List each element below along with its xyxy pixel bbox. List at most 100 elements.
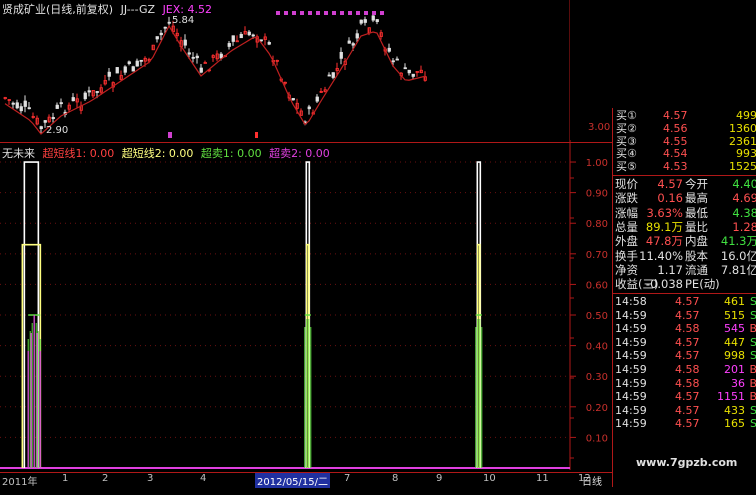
stat-value: 0.16 [657, 191, 683, 206]
stat-value: 11.40% [639, 248, 683, 263]
stat-label: 最高 [685, 191, 708, 206]
tick-row[interactable]: 14:59 4.58 201 B [613, 363, 756, 377]
tick-side: S [750, 295, 756, 308]
bid-price: 4.53 [663, 160, 688, 174]
candle-body [327, 74, 331, 77]
candle-body [371, 15, 375, 21]
candle-body [43, 120, 47, 123]
candle-body [115, 67, 119, 74]
bid-volume: 499 [736, 109, 756, 122]
tick-row[interactable]: 14:59 4.57 433 S [613, 404, 756, 418]
tick-volume: 545 [724, 322, 745, 336]
candle-body [199, 67, 203, 73]
candle-body [407, 69, 411, 74]
tick-side: S [750, 403, 756, 417]
tick-volume: 461 [724, 295, 745, 308]
price-y-tick: 3.00 [588, 122, 611, 133]
bid-label: 买① [616, 109, 637, 122]
candle-body [403, 67, 407, 70]
order-book-row[interactable]: 买② 4.56 1360 [613, 121, 756, 136]
bid-label: 买④ [616, 147, 637, 161]
tick-price: 4.57 [675, 335, 700, 349]
candle-body [355, 33, 359, 39]
order-book-row[interactable]: 买⑤ 4.53 1525 [613, 161, 756, 174]
price-chart-panel[interactable]: 贤成矿业(日线,前复权) JJ---GZ JEX: 4.52 5.84 2.90… [0, 0, 610, 140]
tick-row[interactable]: 14:59 4.57 1151 B [613, 390, 756, 404]
tick-row[interactable]: 14:59 4.58 36 B [613, 377, 756, 391]
tick-price: 4.57 [675, 417, 700, 431]
tick-volume: 1151 [717, 390, 745, 404]
candle-body [347, 40, 351, 44]
stat-row: 外盘 47.8万 内盘 41.3万 [613, 234, 756, 248]
stat-label: 换手 [615, 248, 638, 263]
bid-price: 4.54 [663, 147, 688, 161]
candle-body [331, 72, 335, 78]
tick-side: S [750, 308, 756, 322]
x-label-10: 10 [483, 473, 496, 484]
tick-volume: 433 [724, 403, 745, 417]
stat-value: 89.1万 [645, 219, 683, 234]
signal-marker [292, 11, 296, 15]
candle-body [127, 61, 131, 64]
tick-time: 14:59 [615, 376, 647, 390]
candle-body [259, 39, 263, 42]
candle-body [231, 35, 235, 42]
signal-marker [276, 11, 280, 15]
y-tick-label: 0.70 [586, 250, 608, 261]
tick-row[interactable]: 14:58 4.57 461 S [613, 295, 756, 309]
candle-body [239, 33, 243, 39]
tick-side: S [750, 417, 756, 431]
candle-body [23, 100, 27, 107]
stat-value: 4.69 [732, 191, 756, 206]
tick-price: 4.57 [675, 390, 700, 404]
quote-divider [613, 175, 756, 176]
stat-label: 外盘 [615, 234, 638, 249]
stat-label: 涨幅 [615, 205, 638, 220]
tick-side: B [749, 363, 756, 376]
order-book-row[interactable]: 买① 4.57 499 [613, 109, 756, 123]
stat-row: 收益(三) -0.038 PE(动) [613, 277, 756, 291]
high-marker: 5.84 [172, 15, 195, 26]
y-tick-label: 0.60 [586, 280, 608, 291]
signal-marker [284, 11, 288, 15]
signal-marker [324, 11, 328, 15]
order-book-row[interactable]: 买③ 4.55 2361 [613, 135, 756, 149]
bid-price: 4.56 [663, 121, 688, 135]
candle-body [107, 71, 111, 77]
signal-marker [316, 11, 320, 15]
tick-row[interactable]: 14:59 4.57 515 S [613, 309, 756, 323]
stat-row: 涨幅 3.63% 最低 4.38 [613, 206, 756, 220]
candle-body [139, 59, 143, 62]
order-book-row[interactable]: 买④ 4.54 993 [613, 148, 756, 161]
candle-body [187, 52, 191, 55]
watermark: www.7gpzb.com [636, 456, 738, 469]
period-button[interactable]: 日线 [572, 473, 612, 488]
candle-body [51, 117, 55, 120]
y-tick-label: 0.10 [586, 433, 608, 444]
candle-body [227, 43, 231, 47]
signal-marker [332, 11, 336, 15]
candle-body [27, 107, 31, 110]
tick-row[interactable]: 14:59 4.57 447 S [613, 336, 756, 350]
tick-row[interactable]: 14:59 4.57 165 S [613, 417, 756, 431]
tick-row[interactable]: 14:59 4.57 998 S [613, 349, 756, 363]
tick-row[interactable]: 14:59 4.58 545 B [613, 322, 756, 336]
candle-body [363, 19, 367, 23]
x-label-2: 2 [102, 473, 109, 484]
stat-value: 7.81亿 [720, 262, 756, 277]
candle-body [167, 21, 171, 24]
stat-value: 1.28 [732, 219, 756, 234]
bid-volume: 993 [736, 147, 756, 161]
candle-body [163, 26, 167, 29]
y-tick-label: 1.00 [586, 158, 608, 169]
indicator-chart[interactable]: 1.00 0.90 0.80 0.70 0.60 0.50 0.40 0.30 0.20 0.10 [0, 140, 612, 470]
tick-price: 4.58 [675, 363, 700, 376]
tick-volume: 201 [724, 363, 745, 376]
candle-body [391, 60, 395, 63]
stat-row: 净资 1.17 流通 7.81亿 [613, 263, 756, 277]
stat-value: -0.038 [645, 277, 683, 292]
tick-time: 14:59 [615, 417, 647, 431]
x-label-3: 3 [147, 473, 154, 484]
tick-side: S [750, 335, 756, 349]
x-label-year: 2011年 [2, 477, 38, 488]
